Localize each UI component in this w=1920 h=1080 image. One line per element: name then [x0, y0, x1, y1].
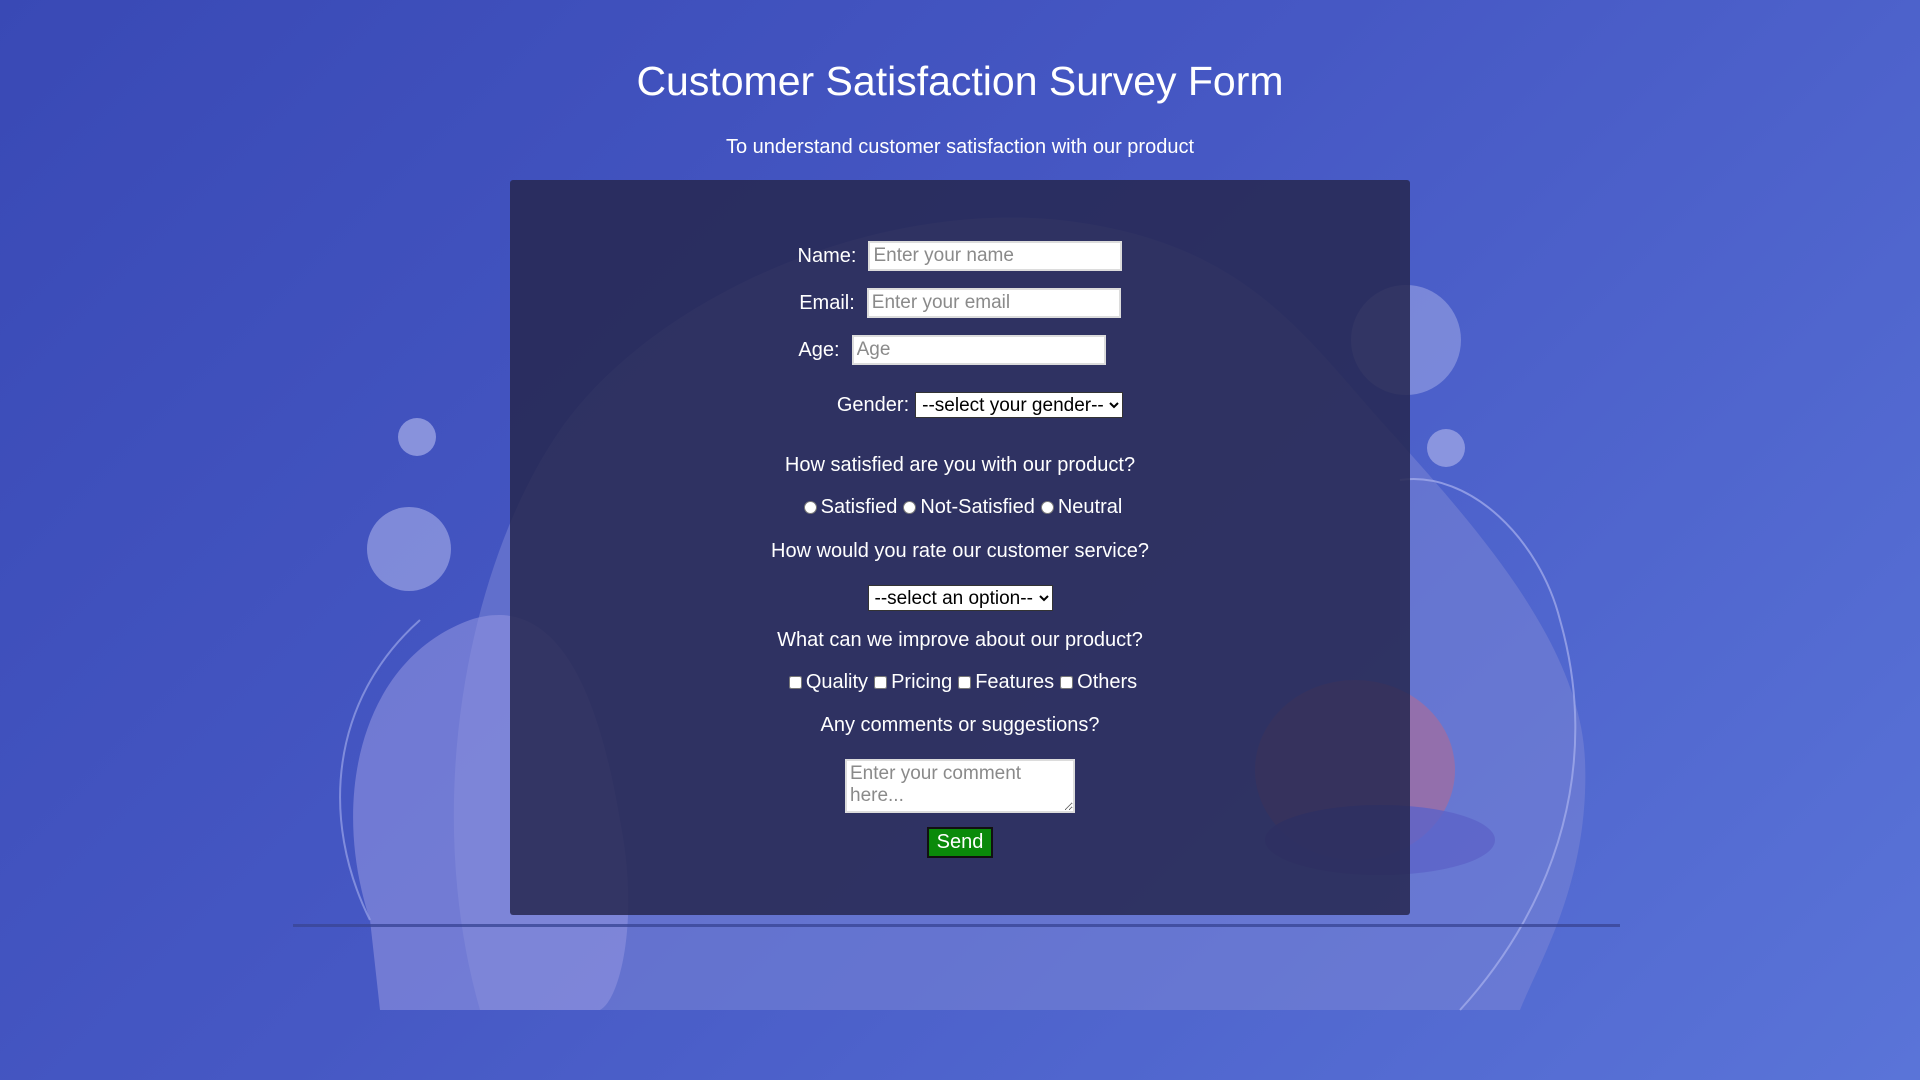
page-title: Customer Satisfaction Survey Form: [636, 58, 1284, 104]
quality-label: Quality: [805, 670, 869, 693]
page-subtitle: To understand customer satisfaction with…: [725, 136, 1195, 158]
satisfied-label: Satisfied: [820, 495, 898, 518]
email-input[interactable]: [866, 288, 1121, 318]
comments-question: Any comments or suggestions?: [510, 710, 1410, 740]
pricing-label: Pricing: [891, 670, 953, 693]
satisfaction-question-text: How satisfied are you with our product?: [784, 453, 1136, 476]
improve-option-others: Others: [1054, 671, 1137, 694]
comments-question-text: Any comments or suggestions?: [820, 713, 1100, 736]
neutral-label: Neutral: [1057, 495, 1123, 518]
service-question-text: How would you rate our customer service?: [771, 539, 1149, 562]
gender-label: Gender:: [836, 393, 910, 416]
others-label: Others: [1077, 670, 1138, 693]
improve-option-features: Features: [952, 671, 1054, 694]
quality-checkbox[interactable]: [788, 675, 802, 689]
improve-question: What can we improve about our product?: [510, 625, 1410, 655]
satisfaction-option-neutral: Neutral: [1035, 496, 1122, 519]
email-row: Email:: [510, 285, 1410, 321]
features-label: Features: [975, 670, 1055, 693]
email-label: Email:: [799, 291, 855, 314]
improve-options: Quality Pricing Features Others: [510, 667, 1410, 697]
send-button[interactable]: Send: [926, 826, 994, 858]
satisfaction-option-satisfied: Satisfied: [798, 495, 898, 519]
improve-option-quality: Quality: [783, 671, 868, 694]
not-satisfied-radio[interactable]: [903, 500, 917, 514]
satisfaction-options: Satisfied Not-Satisfied Neutral: [510, 492, 1410, 522]
features-checkbox[interactable]: [958, 675, 972, 689]
satisfaction-option-not-satisfied: Not-Satisfied: [897, 496, 1035, 519]
send-row: Send: [510, 824, 1410, 860]
not-satisfied-label: Not-Satisfied: [920, 495, 1035, 518]
pricing-checkbox[interactable]: [874, 675, 888, 689]
service-rating-select[interactable]: --select an option--: [867, 585, 1053, 611]
gender-row: Gender: --select your gender--: [510, 387, 1410, 423]
name-input[interactable]: [868, 241, 1123, 271]
satisfaction-question: How satisfied are you with our product?: [510, 450, 1410, 480]
improve-question-text: What can we improve about our product?: [777, 628, 1143, 651]
age-label: Age:: [798, 338, 840, 361]
improve-option-pricing: Pricing: [868, 671, 952, 694]
age-input[interactable]: [851, 335, 1106, 365]
others-checkbox[interactable]: [1060, 675, 1074, 689]
service-question: How would you rate our customer service?: [510, 536, 1410, 566]
neutral-radio[interactable]: [1040, 500, 1054, 514]
name-label: Name:: [797, 244, 857, 267]
name-row: Name:: [510, 238, 1410, 274]
age-row: Age:: [510, 332, 1410, 368]
gender-select[interactable]: --select your gender--: [915, 392, 1124, 418]
service-row: --select an option--: [510, 580, 1410, 616]
survey-form: Name: Email: Age: Gender: --select your …: [510, 180, 1410, 915]
comment-textarea[interactable]: [845, 759, 1075, 813]
comments-row: [510, 758, 1410, 814]
satisfied-radio[interactable]: [803, 500, 817, 514]
